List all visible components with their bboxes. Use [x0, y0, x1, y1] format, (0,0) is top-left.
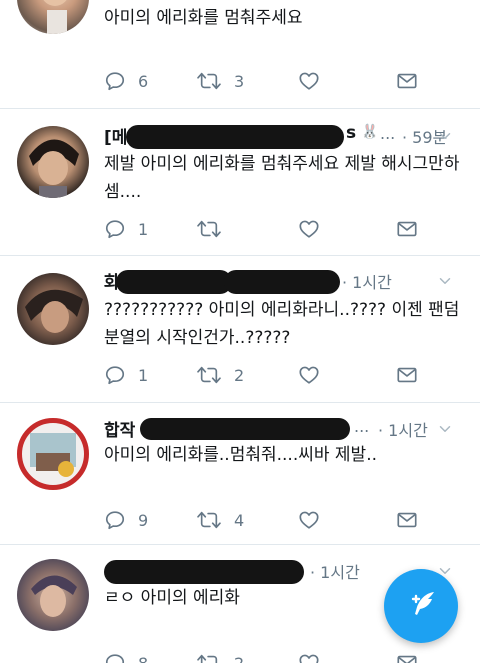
retweet-button[interactable]	[196, 216, 234, 242]
tweet-text: 제발 아미의 에리화를 멈춰주세요 제발 해시그만하셈....	[104, 154, 460, 202]
heart-icon	[298, 364, 320, 386]
avatar[interactable]	[17, 273, 89, 345]
envelope-icon	[396, 364, 418, 386]
ellipsis: ...	[380, 124, 396, 143]
reply-icon	[104, 652, 126, 663]
retweet-count: 4	[234, 510, 245, 530]
retweet-count: 3	[234, 71, 245, 91]
tweet-text: 아미의 에리화를 멈춰주세요	[104, 8, 303, 28]
author-name[interactable]: [메	[104, 123, 127, 148]
tweet-timestamp[interactable]: · 1시간	[342, 269, 392, 293]
heart-icon	[298, 652, 320, 663]
retweet-icon	[196, 218, 222, 240]
retweet-button[interactable]: 4	[196, 507, 244, 533]
retweet-icon	[196, 364, 222, 386]
avatar[interactable]	[17, 0, 89, 34]
reply-count: 1	[138, 365, 149, 385]
direct-message-button[interactable]	[396, 362, 418, 388]
tweet-item[interactable]: 합작 ... · 1시간 아미의 에리화를..멈춰줘....씨바 제발.. 9 …	[0, 403, 480, 545]
author-name[interactable]: 합작	[104, 416, 135, 441]
direct-message-button[interactable]	[396, 216, 418, 242]
retweet-button[interactable]: 2	[196, 362, 244, 388]
tweet-actions: 9 4	[104, 507, 434, 533]
reply-count: 8	[138, 653, 149, 663]
rabbit-emoji: 🐰	[361, 124, 379, 140]
retweet-icon	[196, 70, 222, 92]
retweet-count: 2	[234, 365, 245, 385]
reply-button[interactable]: 6	[104, 68, 148, 94]
reply-button[interactable]: 9	[104, 507, 148, 533]
chevron-down-icon[interactable]	[436, 272, 454, 295]
retweet-icon	[196, 509, 222, 531]
reply-icon	[104, 509, 126, 531]
envelope-icon	[396, 70, 418, 92]
envelope-icon	[396, 652, 418, 663]
retweet-count: 2	[234, 653, 245, 663]
reply-icon	[104, 70, 126, 92]
like-button[interactable]	[298, 362, 320, 388]
like-button[interactable]	[298, 216, 320, 242]
tweet-item[interactable]: 화 · 1시간 ??????????? 아미의 에리화라니..???? 이젠 팬…	[0, 256, 480, 403]
tweet-header: 합작 ... · 1시간	[104, 416, 460, 442]
tweet-actions: 1 2	[104, 362, 434, 388]
compose-tweet-icon	[404, 587, 438, 625]
reply-button[interactable]: 8	[104, 650, 148, 663]
like-button[interactable]	[298, 68, 320, 94]
retweet-icon	[196, 652, 222, 663]
direct-message-button[interactable]	[396, 507, 418, 533]
envelope-icon	[396, 218, 418, 240]
author-name-tail: s	[346, 123, 357, 143]
chevron-down-icon[interactable]	[436, 420, 454, 443]
like-button[interactable]	[298, 650, 320, 663]
tweet-item[interactable]: [메 s 🐰 ... · 59분 제발 아미의 에리화를 멈춰주세요 제발 해시…	[0, 109, 480, 256]
like-button[interactable]	[298, 507, 320, 533]
reply-count: 1	[138, 219, 149, 239]
redaction-bar	[104, 560, 304, 584]
tweet-header: 화 · 1시간	[104, 268, 460, 294]
tweet-text: 아미의 에리화를..멈춰줘....씨바 제발..	[104, 445, 377, 465]
tweet-actions: 6 3	[104, 68, 434, 94]
compose-tweet-button[interactable]	[384, 569, 458, 643]
heart-icon	[298, 218, 320, 240]
retweet-button[interactable]: 2	[196, 650, 244, 663]
tweet-actions: 8 2	[104, 650, 434, 663]
avatar[interactable]	[17, 126, 89, 198]
retweet-button[interactable]: 3	[196, 68, 244, 94]
redaction-bar	[224, 270, 340, 294]
direct-message-button[interactable]	[396, 650, 418, 663]
reply-icon	[104, 218, 126, 240]
direct-message-button[interactable]	[396, 68, 418, 94]
heart-icon	[298, 509, 320, 531]
tweet-timestamp[interactable]: · 1시간	[378, 417, 428, 441]
redaction-bar	[140, 418, 350, 440]
redaction-bar	[126, 125, 344, 149]
envelope-icon	[396, 509, 418, 531]
tweet-actions: 1	[104, 216, 434, 242]
avatar[interactable]	[17, 559, 89, 631]
ellipsis: ...	[354, 417, 370, 436]
reply-button[interactable]: 1	[104, 362, 148, 388]
avatar[interactable]	[17, 418, 89, 490]
reply-count: 6	[138, 71, 149, 91]
reply-count: 9	[138, 510, 149, 530]
tweet-header: [메 s 🐰 ... · 59분	[104, 123, 460, 149]
redaction-bar	[116, 270, 232, 294]
heart-icon	[298, 70, 320, 92]
tweet-timestamp[interactable]: · 1시간	[310, 559, 360, 583]
reply-icon	[104, 364, 126, 386]
chevron-down-icon[interactable]	[436, 127, 454, 150]
reply-button[interactable]: 1	[104, 216, 148, 242]
tweet-item[interactable]: 아미의 에리화를 멈춰주세요 6 3	[0, 0, 480, 109]
tweet-text: ??????????? 아미의 에리화라니..???? 이젠 팬덤분열의 시작인…	[104, 300, 460, 348]
